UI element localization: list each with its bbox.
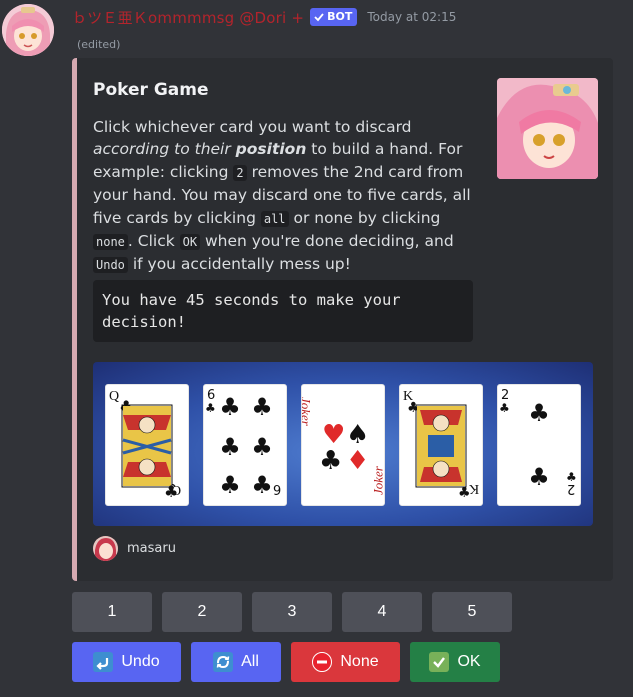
- cards-image[interactable]: Q ♣ Q ♣ 6 ♣: [93, 362, 593, 526]
- edited-marker: (edited): [77, 38, 121, 51]
- svg-text:♦: ♦: [346, 446, 369, 476]
- ok-button[interactable]: OK: [410, 642, 500, 682]
- svg-text:♣: ♣: [251, 471, 273, 499]
- bot-badge-label: BOT: [327, 10, 353, 23]
- svg-text:♣: ♣: [219, 471, 241, 499]
- none-button[interactable]: None: [291, 642, 400, 682]
- undo-arrow-icon: [93, 652, 114, 672]
- embed-footer: masaru: [93, 536, 176, 561]
- desc-emphasis: according to their: [93, 140, 236, 159]
- ok-label: OK: [457, 653, 481, 670]
- card-queen-of-clubs: Q ♣ Q ♣: [105, 384, 189, 506]
- undo-button[interactable]: Undo: [72, 642, 181, 682]
- card-six-of-clubs: 6 ♣ ♣ ♣ ♣ ♣ ♣ ♣ 6: [203, 384, 287, 506]
- discard-button-3[interactable]: 3: [252, 592, 332, 632]
- desc-text-1: Click whichever card you want to discard: [93, 118, 412, 136]
- embed: Poker Game Click whichever card you want…: [72, 58, 613, 581]
- bot-avatar[interactable]: [2, 4, 54, 56]
- embed-thumbnail[interactable]: [497, 78, 598, 179]
- all-button[interactable]: All: [191, 642, 281, 682]
- all-label: All: [241, 653, 259, 670]
- username[interactable]: ｂツＥ亜Ｋommmmsg @Dori +: [72, 7, 304, 28]
- svg-text:♣: ♣: [251, 433, 273, 461]
- desc-text-5: . Click: [127, 232, 180, 251]
- discard-button-1[interactable]: 1: [72, 592, 152, 632]
- svg-text:6: 6: [273, 481, 281, 496]
- none-label: None: [340, 653, 379, 670]
- message: ｂツＥ亜Ｋommmmsg @Dori + BOT Today at 02:15 …: [0, 0, 633, 697]
- svg-text:♣: ♣: [499, 401, 510, 415]
- discard-buttons-row: 1 2 3 4 5: [72, 592, 512, 632]
- svg-text:Joker: Joker: [371, 465, 385, 495]
- footer-avatar: [93, 536, 118, 561]
- svg-text:♣: ♣: [251, 393, 273, 421]
- no-entry-icon: [312, 652, 333, 672]
- svg-text:♣: ♣: [319, 446, 342, 476]
- svg-text:♣: ♣: [164, 482, 178, 501]
- embed-title: Poker Game: [93, 80, 209, 100]
- message-header: ｂツＥ亜Ｋommmmsg @Dori + BOT Today at 02:15: [72, 6, 456, 28]
- checkmark-icon: [314, 12, 324, 21]
- svg-text:Joker: Joker: [302, 397, 314, 427]
- inline-code-ok: OK: [179, 234, 201, 251]
- svg-text:♣: ♣: [219, 433, 241, 461]
- timestamp[interactable]: Today at 02:15: [367, 10, 456, 24]
- svg-text:♣: ♣: [219, 393, 241, 421]
- discard-button-2[interactable]: 2: [162, 592, 242, 632]
- svg-text:♣: ♣: [205, 401, 216, 415]
- inline-code-all: all: [260, 210, 289, 227]
- action-buttons-row: Undo All None OK: [72, 642, 500, 682]
- countdown-codeblock: You have 45 seconds to make your decisio…: [93, 280, 473, 342]
- check-mark-icon: [429, 652, 450, 672]
- svg-text:2: 2: [567, 481, 575, 496]
- bot-badge: BOT: [310, 8, 358, 26]
- discard-button-4[interactable]: 4: [342, 592, 422, 632]
- desc-text-4: or none by clicking: [288, 208, 441, 227]
- card-king-of-clubs: K ♣ ♣ K: [399, 384, 483, 506]
- desc-strong-emphasis: position: [235, 140, 307, 159]
- inline-code-undo: Undo: [93, 257, 128, 274]
- card-two-of-clubs: 2 ♣ ♣ ♣ ♣ 2: [497, 384, 581, 506]
- inline-code-none: none: [93, 234, 128, 251]
- inline-code-2: 2: [233, 164, 247, 181]
- repeat-icon: [213, 652, 234, 672]
- svg-text:♣: ♣: [528, 463, 550, 491]
- card-joker: Joker ♥ ♠ ♣ ♦ Joker: [299, 384, 386, 506]
- discard-button-5[interactable]: 5: [432, 592, 512, 632]
- footer-text: masaru: [127, 541, 176, 556]
- embed-description: Click whichever card you want to discard…: [93, 116, 483, 277]
- desc-text-6: when you're done deciding, and: [200, 232, 454, 251]
- svg-text:♣: ♣: [528, 399, 550, 427]
- svg-text:♣: ♣: [458, 485, 471, 501]
- desc-text-7: if you accidentally mess up!: [127, 255, 351, 274]
- svg-text:K: K: [469, 481, 479, 496]
- card-rank: Q: [109, 389, 119, 404]
- undo-label: Undo: [121, 653, 160, 670]
